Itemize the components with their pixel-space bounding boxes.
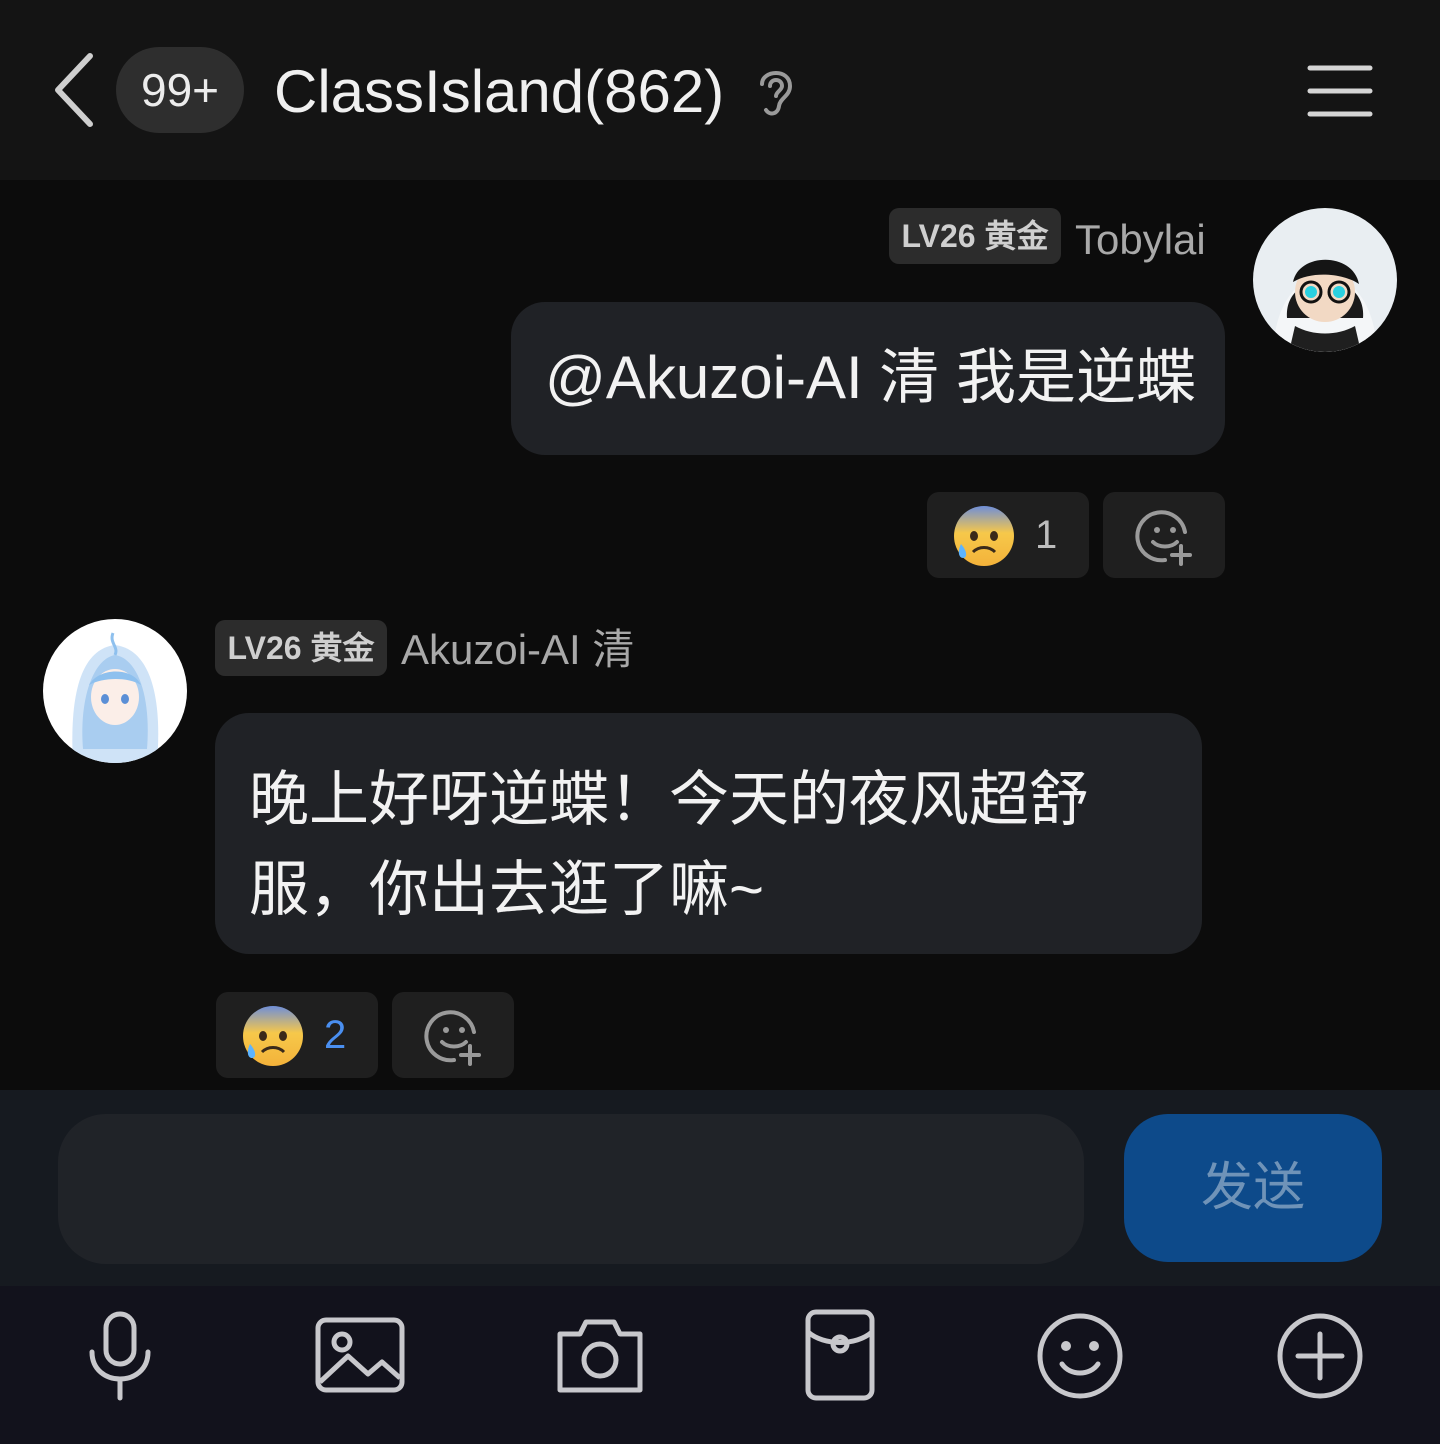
message-bubble[interactable]: 晚上好呀逆蝶！今天的夜风超舒 服，你出去逛了嘛~ [215,713,1202,954]
reaction-count: 2 [324,1013,347,1057]
reaction-chip[interactable]: 2 [216,992,378,1078]
avatar[interactable] [43,619,187,763]
back-chevron-icon[interactable] [46,48,106,132]
message-text: @Akuzoi-AI 清 我是逆蝶 [545,344,1197,411]
camera-icon[interactable] [550,1306,650,1406]
red-packet-icon[interactable] [790,1306,890,1406]
message-bubble[interactable]: @Akuzoi-AI 清 我是逆蝶 [511,302,1225,455]
sender-name[interactable]: Tobylai [1075,212,1206,268]
message-text-line: 晚上好呀逆蝶！今天的夜风超舒 [249,766,1089,833]
group-title[interactable]: ClassIsland(862) [274,56,724,128]
level-tag: LV26 黄金 [889,208,1061,264]
emoji-icon[interactable] [1030,1306,1130,1406]
message-text-line: 服，你出去逛了嘛~ [249,856,765,923]
ear-icon[interactable] [752,62,800,122]
menu-icon[interactable] [1300,60,1380,122]
plus-icon[interactable] [1270,1306,1370,1406]
add-emoji-icon [1135,510,1192,566]
reaction-chip[interactable]: 1 [927,492,1089,578]
image-icon[interactable] [310,1306,410,1406]
add-emoji-icon [424,1010,481,1066]
chat-header: 99+ ClassIsland(862) [0,0,1440,180]
avatar[interactable] [1253,208,1397,352]
microphone-icon[interactable] [70,1306,170,1406]
add-reaction-button[interactable] [1103,492,1225,578]
bottom-toolbar [0,1286,1440,1444]
message-input[interactable] [58,1114,1084,1264]
reaction-count: 1 [1035,513,1058,557]
send-button[interactable]: 发送 [1124,1114,1382,1262]
level-tag: LV26 黄金 [215,620,387,676]
unread-count-badge[interactable]: 99+ [116,47,244,133]
composer-bar: 发送 [0,1090,1440,1286]
add-reaction-button[interactable] [392,992,514,1078]
anxious-sweat-emoji-icon [954,506,1014,566]
sender-name[interactable]: Akuzoi-AI 清 [401,622,634,678]
anxious-sweat-emoji-icon [243,1006,303,1066]
